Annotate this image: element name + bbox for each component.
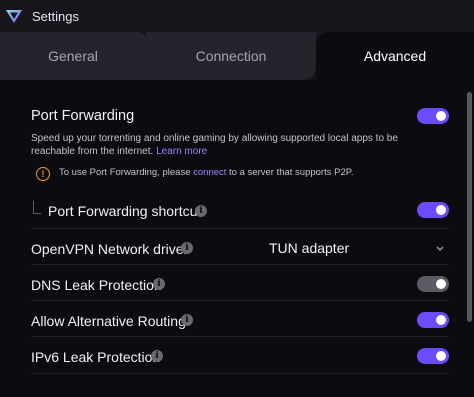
toggle-knob xyxy=(436,351,446,361)
info-icon[interactable]: i xyxy=(181,314,193,326)
tab-advanced[interactable]: Advanced xyxy=(316,32,474,80)
learn-more-link[interactable]: Learn more xyxy=(156,146,207,157)
ipv6-leak-toggle[interactable] xyxy=(417,348,449,364)
divider xyxy=(31,336,449,337)
description-text: Speed up your torrenting and online gami… xyxy=(31,133,398,157)
openvpn-driver-label: OpenVPN Network driver xyxy=(31,241,189,257)
warning-icon: ! xyxy=(36,167,50,181)
scrollbar[interactable] xyxy=(467,92,472,322)
toggle-knob xyxy=(436,315,446,325)
openvpn-driver-select[interactable]: TUN adapter xyxy=(269,240,349,256)
chevron-down-icon[interactable] xyxy=(434,243,446,253)
window-title: Settings xyxy=(32,9,79,24)
ipv6-leak-label: IPv6 Leak Protection xyxy=(31,349,161,365)
info-icon[interactable]: i xyxy=(195,205,207,217)
tab-connection[interactable]: Connection xyxy=(146,32,316,80)
port-forwarding-toggle[interactable] xyxy=(417,108,449,124)
dns-leak-label: DNS Leak Protection xyxy=(31,277,162,293)
sub-setting-connector xyxy=(33,201,41,214)
port-forwarding-label: Port Forwarding xyxy=(31,108,135,124)
toggle-knob xyxy=(436,279,446,289)
divider xyxy=(31,228,449,229)
port-forwarding-shortcut-toggle[interactable] xyxy=(417,202,449,218)
divider xyxy=(31,264,449,265)
alt-routing-label: Allow Alternative Routing xyxy=(31,313,186,329)
warning-suffix: to a server that supports P2P. xyxy=(226,167,354,178)
info-icon[interactable]: i xyxy=(151,350,163,362)
port-forwarding-shortcut-label: Port Forwarding shortcut xyxy=(48,203,202,219)
title-bar: Settings xyxy=(0,0,474,32)
divider xyxy=(31,373,449,374)
tab-general[interactable]: General xyxy=(0,32,146,80)
warning-message: To use Port Forwarding, please connect t… xyxy=(59,167,354,178)
warning-prefix: To use Port Forwarding, please xyxy=(59,167,194,178)
port-forwarding-description: Speed up your torrenting and online gami… xyxy=(31,132,411,158)
divider xyxy=(31,300,449,301)
info-icon[interactable]: i xyxy=(181,242,193,254)
protonvpn-logo-icon xyxy=(6,10,22,23)
tab-bar: General Connection Advanced xyxy=(0,32,474,80)
connect-link[interactable]: connect xyxy=(193,167,226,178)
dns-leak-toggle[interactable] xyxy=(417,276,449,292)
toggle-knob xyxy=(436,111,446,121)
alt-routing-toggle[interactable] xyxy=(417,312,449,328)
info-icon[interactable]: i xyxy=(153,278,165,290)
toggle-knob xyxy=(436,205,446,215)
